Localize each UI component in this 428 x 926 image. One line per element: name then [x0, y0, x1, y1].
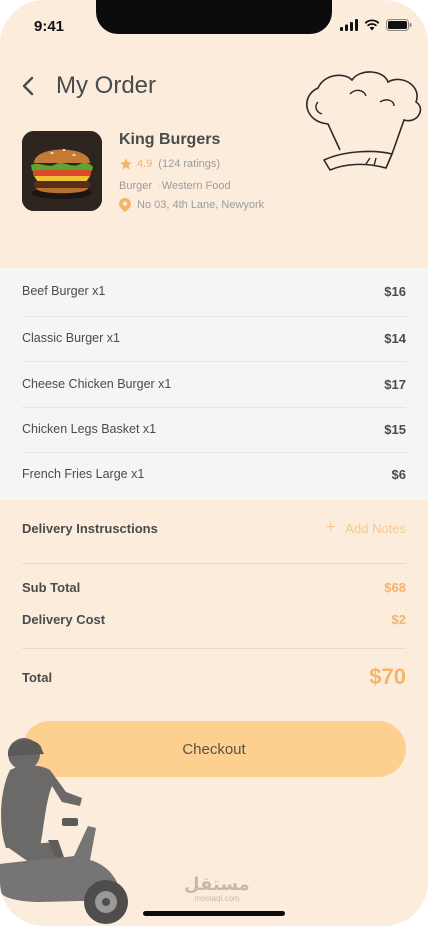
scooter-rider-illustration [0, 738, 128, 924]
status-icons [340, 19, 412, 31]
add-notes-button[interactable]: + Add Notes [326, 519, 406, 537]
delivery-cost-row: Delivery Cost $2 [22, 612, 406, 627]
address-row: No 03, 4th Lane, Newyork [119, 198, 264, 212]
order-items: Beef Burger x1 $16 Classic Burger x1 $14… [0, 268, 428, 500]
restaurant-tags: Burger ·Western Food [119, 180, 264, 192]
delivery-cost-value: $2 [391, 612, 406, 627]
watermark-url: mostaql.com [194, 894, 240, 903]
watermark-arabic: مستقل [184, 874, 250, 895]
item-name: French Fries Large x1 [22, 467, 145, 481]
order-item[interactable]: French Fries Large x1 $6 [22, 451, 406, 497]
rating-value: 4.9 [137, 158, 153, 170]
subtotal-row: Sub Total $68 [22, 580, 406, 595]
plus-icon: + [325, 519, 336, 536]
order-item[interactable]: Beef Burger x1 $16 [22, 268, 406, 314]
chef-hat-icon [306, 71, 422, 171]
restaurant-image [22, 131, 102, 211]
item-name: Cheese Chicken Burger x1 [22, 377, 172, 391]
header: My Order [22, 70, 156, 102]
delivery-instructions-label: Delivery Instrusctions [22, 520, 158, 536]
phone-screen: 9:41 My Order King Burgers 4.9 (124 rati… [0, 0, 428, 926]
item-price: $17 [384, 376, 406, 392]
burger-image [22, 131, 102, 211]
divider [22, 648, 406, 649]
item-price: $14 [384, 330, 406, 346]
subtotal-value: $68 [384, 580, 406, 595]
signal-icon [340, 19, 358, 31]
page-title: My Order [56, 72, 157, 99]
total-label: Total [22, 669, 53, 685]
cuisine-label: Western Food [161, 180, 231, 192]
rating-count: (124 ratings) [158, 158, 221, 170]
home-indicator[interactable] [143, 911, 285, 916]
star-icon [120, 158, 132, 170]
watermark: مستقل mostaql.com [184, 874, 250, 904]
total-row: Total $70 [22, 664, 406, 690]
item-price: $15 [384, 421, 406, 437]
restaurant-info: King Burgers 4.9 (124 ratings) Burger ·W… [119, 131, 264, 212]
restaurant-name: King Burgers [119, 131, 221, 148]
subtotal-label: Sub Total [22, 580, 81, 595]
address-label: No 03, 4th Lane, Newyork [137, 199, 265, 211]
order-item[interactable]: Chicken Legs Basket x1 $15 [22, 406, 406, 452]
item-name: Beef Burger x1 [22, 284, 106, 298]
item-name: Chicken Legs Basket x1 [22, 422, 157, 436]
battery-icon [386, 19, 412, 31]
notch [96, 0, 332, 34]
rating-row: 4.9 (124 ratings) [119, 157, 264, 171]
add-notes-label: Add Notes [345, 520, 406, 536]
location-pin-icon [119, 198, 131, 212]
divider [22, 563, 406, 564]
wifi-icon [364, 19, 380, 31]
item-name: Classic Burger x1 [22, 331, 120, 345]
restaurant-card: King Burgers 4.9 (124 ratings) Burger ·W… [22, 131, 264, 212]
delivery-cost-label: Delivery Cost [22, 612, 106, 627]
category-label: Burger [119, 180, 153, 192]
item-price: $6 [391, 466, 406, 482]
order-item[interactable]: Classic Burger x1 $14 [22, 315, 406, 361]
back-button[interactable] [22, 70, 40, 102]
order-item[interactable]: Cheese Chicken Burger x1 $17 [22, 361, 406, 407]
item-price: $16 [384, 283, 406, 299]
status-time: 9:41 [34, 18, 65, 35]
delivery-instructions-row: Delivery Instrusctions + Add Notes [22, 519, 406, 537]
total-value: $70 [369, 664, 406, 689]
chevron-left-icon [22, 76, 34, 96]
